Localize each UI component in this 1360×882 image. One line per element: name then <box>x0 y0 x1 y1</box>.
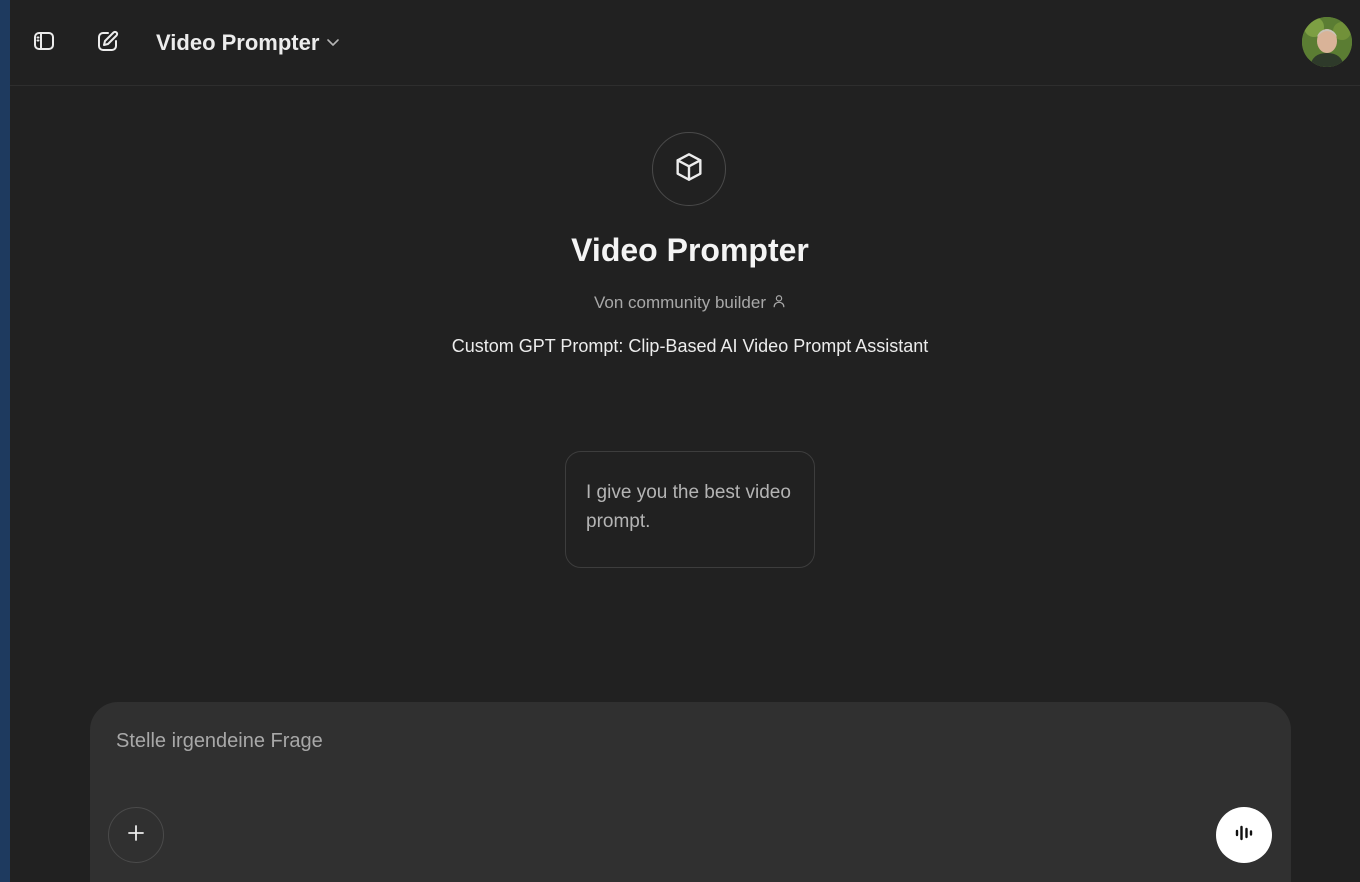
cube-icon <box>673 151 705 188</box>
model-name: Video Prompter <box>156 30 320 55</box>
gpt-description: Custom GPT Prompt: Clip-Based AI Video P… <box>451 336 929 356</box>
new-chat-button[interactable] <box>90 25 126 61</box>
add-attachment-button[interactable] <box>108 807 164 863</box>
person-icon <box>772 293 786 313</box>
window-edge-strip <box>0 0 10 882</box>
model-selector[interactable]: Video Prompter <box>156 26 341 60</box>
gpt-title: Video Prompter <box>571 232 809 268</box>
chevron-down-icon <box>325 30 341 56</box>
sidebar-toggle-button[interactable] <box>26 25 62 61</box>
voice-wave-icon <box>1232 821 1256 850</box>
composer <box>90 702 1291 882</box>
user-avatar[interactable] <box>1302 17 1352 67</box>
conversation-starter[interactable]: I give you the best video prompt. <box>565 451 815 568</box>
gpt-avatar <box>652 132 726 206</box>
sidebar-toggle-icon <box>32 29 56 58</box>
top-bar: Video Prompter <box>10 0 1360 86</box>
edit-icon <box>96 29 120 58</box>
gpt-author-label: Von community builder <box>594 293 766 312</box>
app-window: Video Prompter Video Prompter Von commun… <box>0 0 1360 882</box>
prompt-input[interactable] <box>116 726 1216 756</box>
plus-icon <box>125 822 147 849</box>
voice-mode-button[interactable] <box>1216 807 1272 863</box>
gpt-author: Von community builder <box>0 293 1360 313</box>
